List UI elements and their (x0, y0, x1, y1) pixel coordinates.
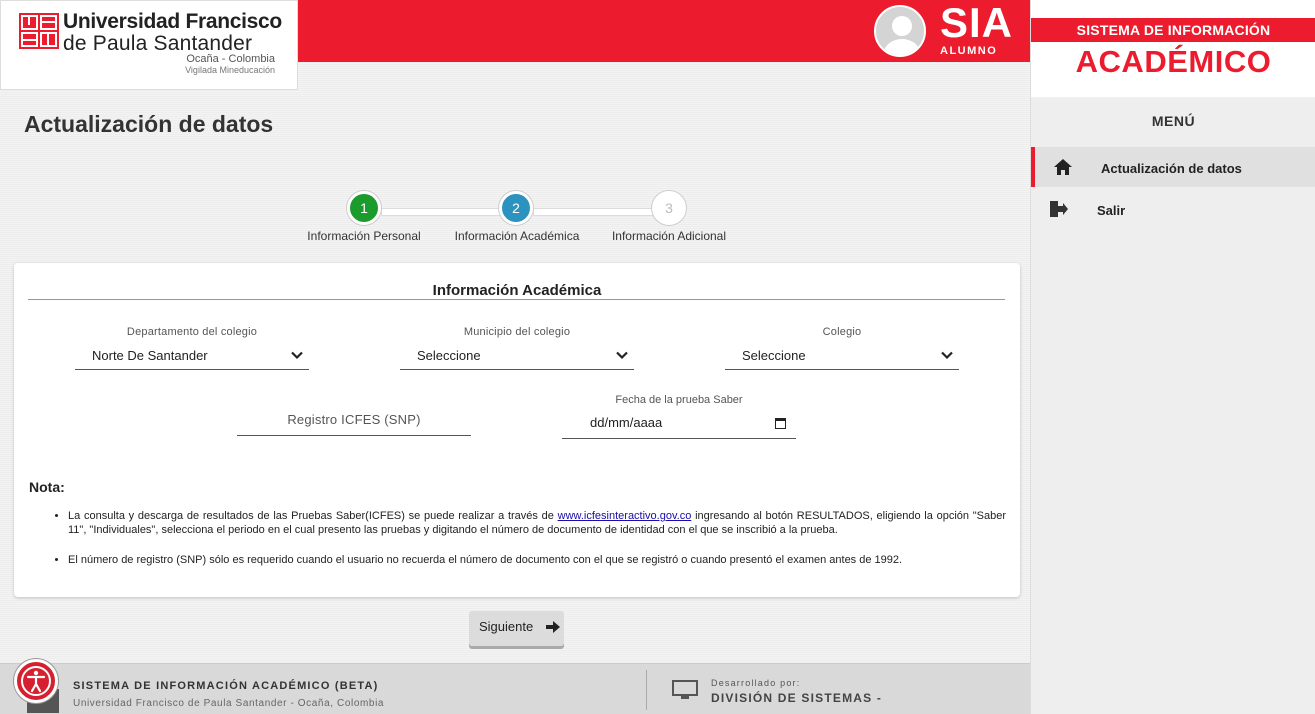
sidebar: SISTEMA DE INFORMACIÓN ACADÉMICO MENÚ Ac… (1030, 0, 1315, 714)
sidebar-header: SISTEMA DE INFORMACIÓN ACADÉMICO (1031, 0, 1315, 97)
icfes-link[interactable]: www.icfesinteractivo.gov.co (558, 510, 692, 522)
user-avatar-icon[interactable] (874, 5, 926, 57)
stepper: 1 2 3 Información Personal Información A… (0, 190, 1030, 250)
chevron-down-icon (616, 351, 628, 360)
snp-input[interactable]: Registro ICFES (SNP) (237, 408, 471, 436)
departamento-select[interactable]: Norte De Santander (75, 346, 309, 370)
departamento-value: Norte De Santander (92, 348, 208, 363)
fecha-value: dd/mm/aaaa (590, 415, 663, 430)
university-name-line1: Universidad Francisco (63, 10, 282, 33)
sidebar-item-label: Actualización de datos (1101, 161, 1242, 176)
university-city: Ocaña - Colombia (186, 53, 275, 65)
colegio-select[interactable]: Seleccione (725, 346, 959, 370)
colegio-value: Seleccione (742, 348, 806, 363)
departamento-label: Departamento del colegio (126, 326, 258, 338)
sidebar-heading-top: SISTEMA DE INFORMACIÓN (1076, 22, 1271, 38)
step-1-circle[interactable]: 1 (347, 191, 381, 225)
app-role: ALUMNO (940, 45, 998, 57)
accessibility-icon (21, 666, 51, 696)
footer-subtitle: Universidad Francisco de Paula Santander… (73, 698, 385, 709)
developer-name: DIVISIÓN DE SISTEMAS - (711, 691, 883, 705)
note-item: El número de registro (SNP) sólo es requ… (68, 553, 1006, 567)
note-title: Nota: (29, 479, 65, 495)
next-button[interactable]: Siguiente (469, 611, 564, 646)
note-item: La consulta y descarga de resultados de … (68, 509, 1006, 537)
step-1-label: Información Personal (307, 229, 421, 243)
note-text: La consulta y descarga de resultados de … (68, 510, 558, 522)
app-name: SIA (940, 0, 1014, 46)
step-2-label: Información Académica (454, 229, 580, 243)
footer: SISTEMA DE INFORMACIÓN ACADÉMICO (BETA) … (0, 663, 1030, 714)
municipio-field: Municipio del colegio Seleccione (400, 326, 634, 370)
next-button-label: Siguiente (479, 619, 534, 634)
vigilada-text: Vigilada Mineducación (185, 65, 275, 75)
departamento-field: Departamento del colegio Norte De Santan… (75, 326, 309, 370)
home-icon (1054, 159, 1072, 175)
section-title: Información Académica (432, 282, 602, 299)
chevron-down-icon (941, 351, 953, 360)
monitor-icon (672, 680, 698, 699)
step-connector (381, 208, 501, 216)
fecha-input[interactable]: dd/mm/aaaa (562, 411, 796, 439)
page-title: Actualización de datos (24, 111, 274, 137)
calendar-icon[interactable] (775, 418, 786, 429)
municipio-label: Municipio del colegio (463, 326, 571, 338)
note-list: La consulta y descarga de resultados de … (68, 509, 1006, 583)
arrow-right-icon (546, 621, 560, 633)
sidebar-item-salir[interactable]: Salir (1031, 189, 1315, 229)
sidebar-item-actualizacion[interactable]: Actualización de datos (1031, 147, 1315, 187)
chevron-down-icon (291, 351, 303, 360)
colegio-label: Colegio (822, 326, 862, 338)
sign-out-icon (1050, 201, 1068, 217)
municipio-select[interactable]: Seleccione (400, 346, 634, 370)
section-divider (28, 299, 1005, 300)
step-3-label: Información Adicional (611, 229, 727, 243)
step-3-circle[interactable]: 3 (652, 191, 686, 225)
step-connector (533, 208, 653, 216)
developed-by-label: Desarrollado por: (711, 678, 801, 688)
municipio-value: Seleccione (417, 348, 481, 363)
form-card: Información Académica Departamento del c… (14, 263, 1020, 597)
sidebar-heading-main: ACADÉMICO (1075, 44, 1272, 79)
main-content: SIA ALUMNO Universidad Francisco de Paul… (0, 0, 1030, 714)
accessibility-button[interactable] (14, 659, 58, 703)
fecha-label: Fecha de la prueba Saber (615, 394, 743, 406)
footer-divider (646, 670, 647, 710)
ufps-logo-icon (19, 13, 59, 49)
step-2-circle[interactable]: 2 (499, 191, 533, 225)
menu-title: MENÚ (1151, 113, 1196, 129)
university-logo[interactable]: Universidad Francisco de Paula Santander… (0, 0, 298, 90)
footer-title: SISTEMA DE INFORMACIÓN ACADÉMICO (BETA) (73, 680, 379, 692)
colegio-field: Colegio Seleccione (725, 326, 959, 370)
sidebar-item-label: Salir (1097, 203, 1126, 218)
